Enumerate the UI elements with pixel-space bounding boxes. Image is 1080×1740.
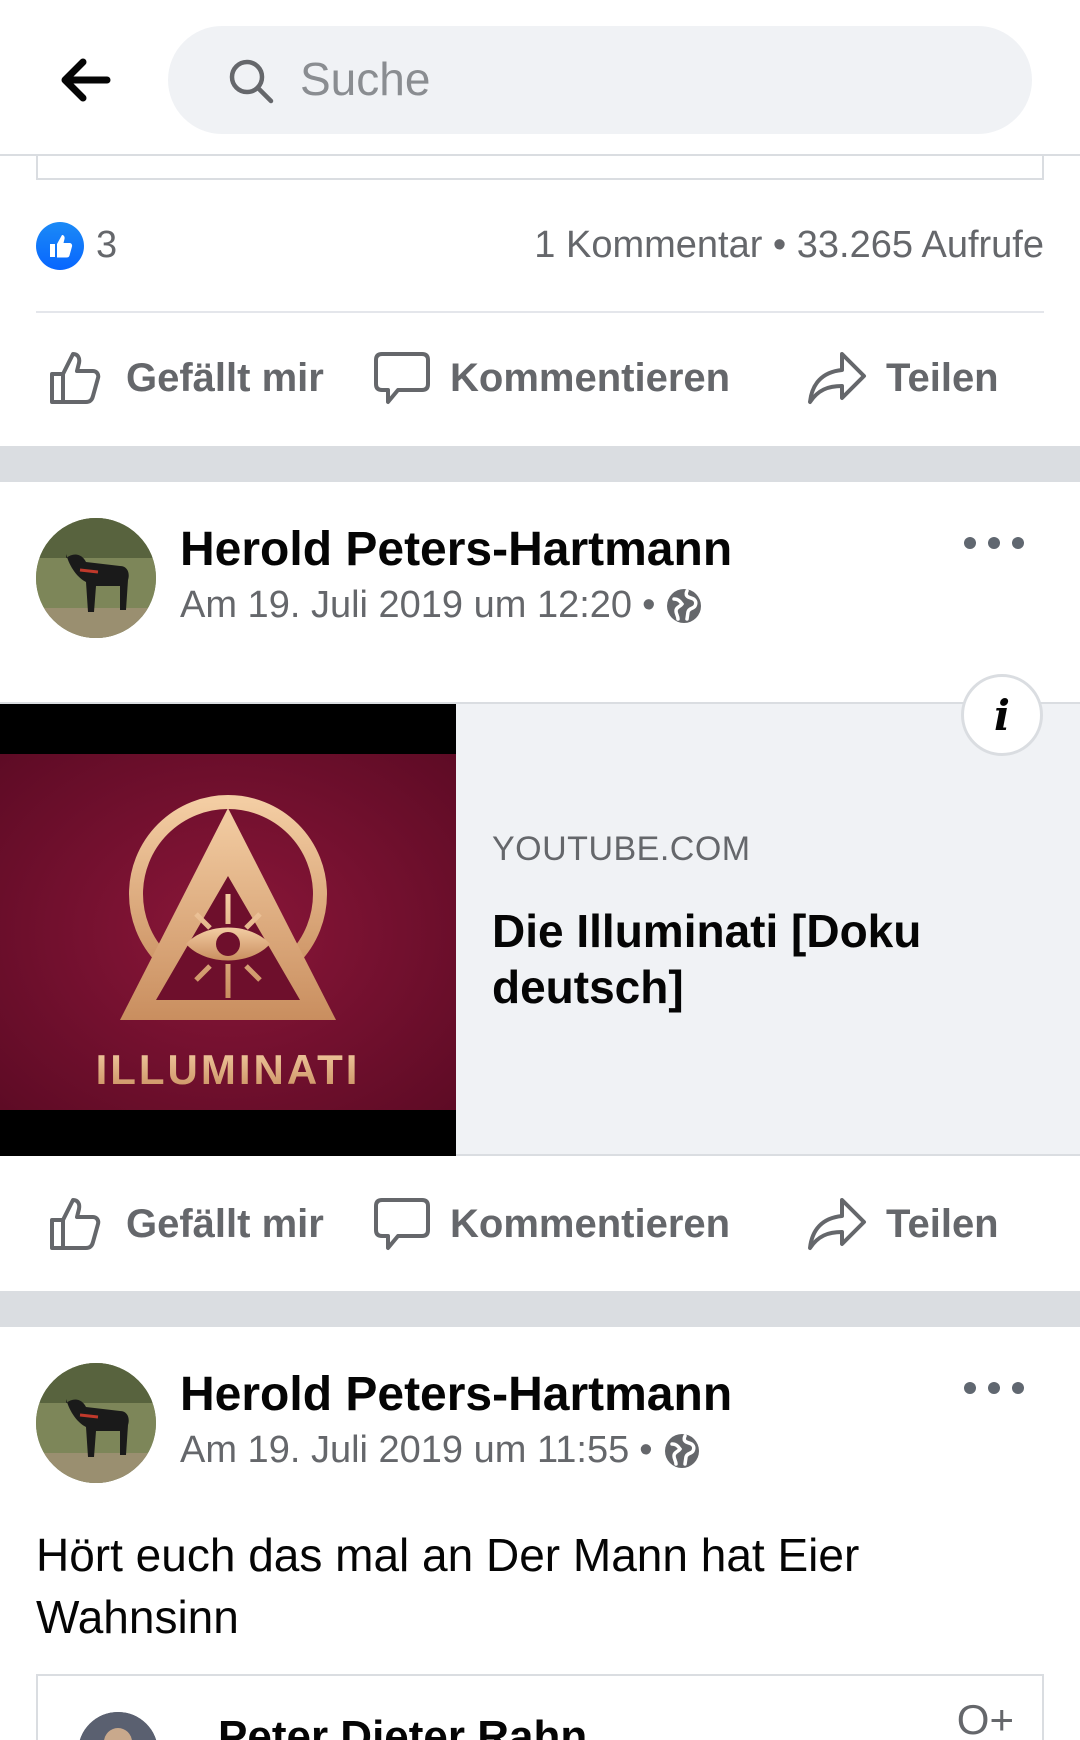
- share-button[interactable]: Teilen: [806, 320, 999, 436]
- author-name[interactable]: Herold Peters-Hartmann: [180, 522, 732, 577]
- comment-button[interactable]: Kommentieren: [372, 1166, 730, 1282]
- comments-views-count[interactable]: 1 Kommentar • 33.265 Aufrufe: [534, 224, 1044, 267]
- top-bar: Suche: [0, 0, 1080, 156]
- link-preview[interactable]: ILLUMINATI YOUTUBE.COM Die Illuminati [D…: [0, 702, 1080, 1156]
- comment-icon: [374, 352, 430, 404]
- share-icon: [808, 352, 866, 404]
- meta-separator: •: [642, 584, 656, 626]
- more-icon[interactable]: [964, 1373, 1024, 1403]
- search-placeholder: Suche: [300, 53, 431, 105]
- link-source: YOUTUBE.COM: [492, 830, 751, 868]
- avatar[interactable]: [36, 1363, 156, 1483]
- comment-icon: [374, 1198, 430, 1250]
- share-label: Teilen: [886, 355, 999, 400]
- share-button[interactable]: Teilen: [806, 1166, 999, 1282]
- info-icon[interactable]: i: [961, 674, 1043, 756]
- post-actions: Gefällt mir Kommentieren Teilen: [0, 320, 1080, 436]
- post-time[interactable]: Am 19. Juli 2019 um 11:55: [180, 1429, 629, 1472]
- divider: [36, 311, 1044, 313]
- like-label: Gefällt mir: [126, 355, 324, 400]
- back-arrow-icon: [61, 58, 111, 102]
- share-icon: [808, 1198, 866, 1250]
- share-label: Teilen: [886, 1201, 999, 1246]
- link-info: YOUTUBE.COM Die Illuminati [Doku deutsch…: [492, 830, 1032, 1015]
- like-badge-icon[interactable]: [36, 222, 84, 270]
- thumbs-up-icon: [50, 1198, 101, 1250]
- post-meta: Am 19. Juli 2019 um 11:55 •: [180, 1429, 701, 1472]
- globe-icon: [667, 588, 702, 623]
- avatar[interactable]: [78, 1712, 158, 1740]
- post-header: Herold Peters-Hartmann Am 19. Juli 2019 …: [0, 518, 1080, 658]
- feed-separator: [0, 1291, 1080, 1327]
- more-icon[interactable]: [964, 528, 1024, 558]
- like-count[interactable]: 3: [96, 224, 117, 267]
- author-name[interactable]: Herold Peters-Hartmann: [180, 1367, 732, 1422]
- post-time[interactable]: Am 19. Juli 2019 um 12:20: [180, 584, 632, 627]
- comment-label: Kommentieren: [450, 1201, 731, 1246]
- feed-separator: [0, 446, 1080, 482]
- post-meta: Am 19. Juli 2019 um 12:20 •: [180, 584, 703, 627]
- post-stats: 3 1 Kommentar • 33.265 Aufrufe: [36, 210, 1044, 280]
- video-thumbnail: ILLUMINATI: [0, 704, 456, 1156]
- post-actions: Gefällt mir Kommentieren Teilen: [0, 1166, 1080, 1282]
- meta-separator: •: [639, 1429, 653, 1471]
- like-button[interactable]: Gefällt mir: [48, 320, 324, 436]
- thumbs-up-icon: [50, 352, 101, 404]
- like-button[interactable]: Gefällt mir: [48, 1166, 324, 1282]
- globe-icon: [664, 1433, 699, 1468]
- link-title[interactable]: Die Illuminati [Doku deutsch]: [492, 903, 1032, 1015]
- thumbnail-text: ILLUMINATI: [96, 1046, 361, 1093]
- follow-button[interactable]: O+: [957, 1696, 1014, 1740]
- post-header: Herold Peters-Hartmann Am 19. Juli 2019 …: [0, 1363, 1080, 1503]
- shared-post[interactable]: Peter Dieter Rahn O+: [36, 1674, 1044, 1740]
- comment-label: Kommentieren: [450, 355, 731, 400]
- comment-button[interactable]: Kommentieren: [372, 320, 730, 436]
- avatar[interactable]: [36, 518, 156, 638]
- search-icon: [229, 59, 274, 104]
- post-text: Hört euch das mal an Der Mann hat Eier W…: [36, 1529, 860, 1643]
- like-label: Gefällt mir: [126, 1201, 324, 1246]
- shared-author-name[interactable]: Peter Dieter Rahn: [218, 1712, 587, 1740]
- search-input[interactable]: Suche: [168, 26, 1032, 134]
- back-button[interactable]: [50, 50, 120, 110]
